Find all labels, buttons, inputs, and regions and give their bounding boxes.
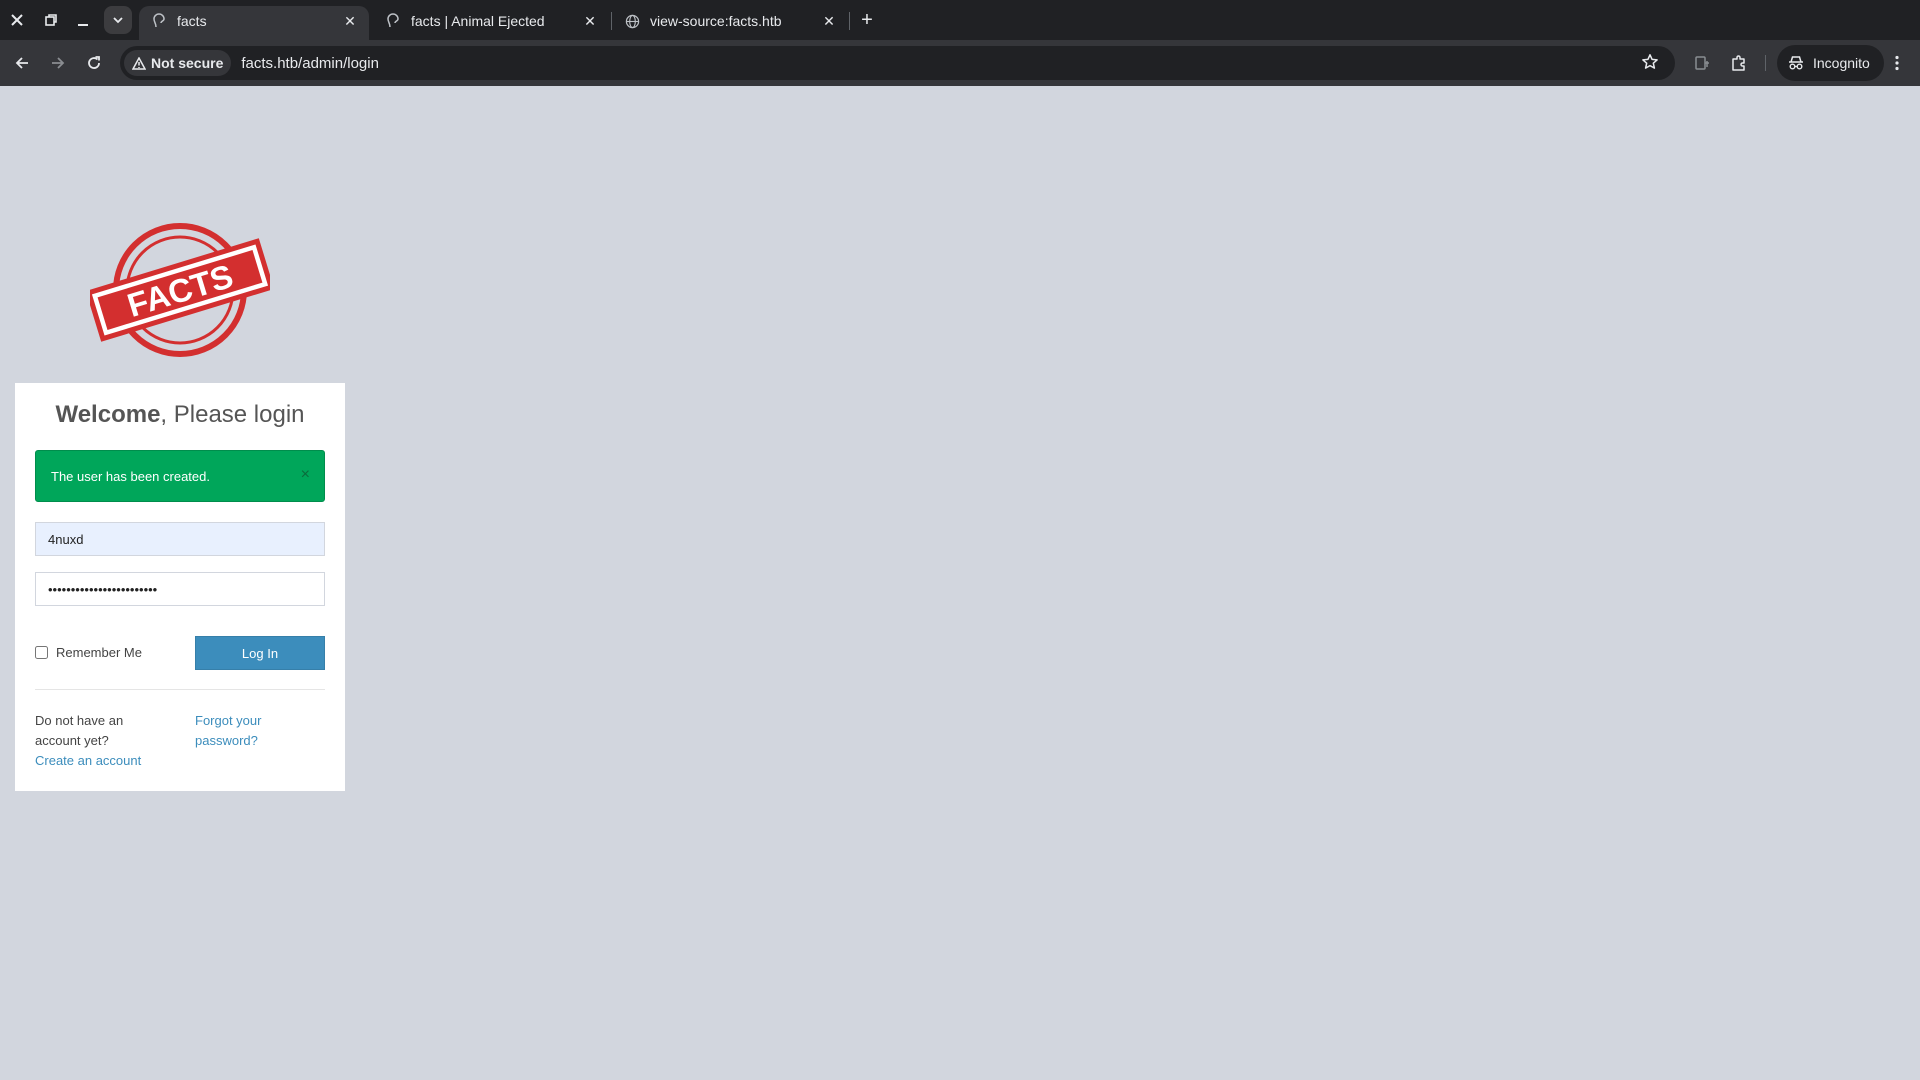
security-chip[interactable]: Not secure — [124, 50, 232, 76]
tab-title: facts | Animal Ejected — [411, 13, 545, 29]
signup-prompt: Do not have an account yet? Create an ac… — [35, 711, 155, 771]
warning-icon — [132, 56, 146, 70]
reload-icon[interactable] — [80, 49, 108, 77]
forgot-password-link[interactable]: Forgot your password? — [195, 713, 261, 748]
tab-view-source[interactable]: view-source:facts.htb ✕ — [612, 6, 848, 40]
tab-title: facts — [177, 13, 207, 29]
incognito-label: Incognito — [1813, 55, 1870, 71]
tab-search-button[interactable] — [104, 6, 132, 34]
incognito-profile-button[interactable]: Incognito — [1777, 45, 1884, 81]
tab-facts[interactable]: facts ✕ — [139, 6, 369, 40]
chevron-down-icon — [113, 17, 123, 24]
extension-blocked-icon[interactable] — [1688, 49, 1716, 77]
tab-separator — [849, 12, 850, 30]
success-alert: The user has been created. × — [35, 450, 325, 502]
facts-favicon-icon — [151, 13, 167, 29]
menu-kebab-icon[interactable] — [1883, 49, 1911, 77]
create-account-link[interactable]: Create an account — [35, 753, 141, 768]
remember-me[interactable]: Remember Me — [35, 645, 142, 660]
close-tab-icon[interactable]: ✕ — [581, 12, 599, 30]
login-title-rest: , Please login — [160, 401, 305, 428]
address-bar[interactable]: Not secure facts.htb/admin/login — [120, 46, 1675, 80]
forward-icon[interactable] — [44, 49, 72, 77]
tab-strip: facts ✕ facts | Animal Ejected ✕ view-so… — [0, 0, 1920, 40]
url-text[interactable]: facts.htb/admin/login — [241, 55, 379, 72]
login-title-bold: Welcome — [55, 401, 161, 428]
facts-logo: FACTS — [85, 218, 275, 362]
close-tab-icon[interactable]: ✕ — [341, 12, 359, 30]
globe-icon — [624, 13, 640, 29]
toolbar-separator — [1765, 55, 1766, 71]
login-button[interactable]: Log In — [195, 636, 325, 670]
browser-toolbar: Not secure facts.htb/admin/login Incogni… — [0, 40, 1920, 86]
username-field[interactable] — [35, 522, 325, 556]
bookmark-star-icon[interactable] — [1641, 53, 1661, 73]
extensions-puzzle-icon[interactable] — [1725, 49, 1753, 77]
remember-me-label: Remember Me — [56, 645, 142, 660]
divider — [35, 689, 325, 690]
incognito-icon — [1789, 56, 1803, 70]
back-icon[interactable] — [8, 49, 36, 77]
new-tab-icon[interactable]: + — [853, 6, 881, 34]
no-account-text: Do not have an account yet? — [35, 713, 124, 748]
alert-close-icon[interactable]: × — [301, 466, 310, 484]
forgot-password-block: Forgot your password? — [195, 711, 285, 751]
alert-message: The user has been created. — [51, 468, 210, 484]
close-window-icon[interactable] — [3, 6, 31, 34]
restore-window-icon[interactable] — [37, 6, 65, 34]
security-label: Not secure — [151, 55, 224, 71]
facts-favicon-icon — [385, 13, 401, 29]
tab-facts-animal-ejected[interactable]: facts | Animal Ejected ✕ — [373, 6, 609, 40]
close-tab-icon[interactable]: ✕ — [820, 12, 838, 30]
tab-title: view-source:facts.htb — [650, 13, 782, 29]
login-title: Welcome, Please login — [15, 401, 345, 429]
password-field[interactable] — [35, 572, 325, 606]
remember-me-checkbox[interactable] — [35, 646, 48, 659]
login-box: Welcome, Please login The user has been … — [15, 383, 345, 791]
minimize-window-icon[interactable] — [69, 6, 97, 34]
